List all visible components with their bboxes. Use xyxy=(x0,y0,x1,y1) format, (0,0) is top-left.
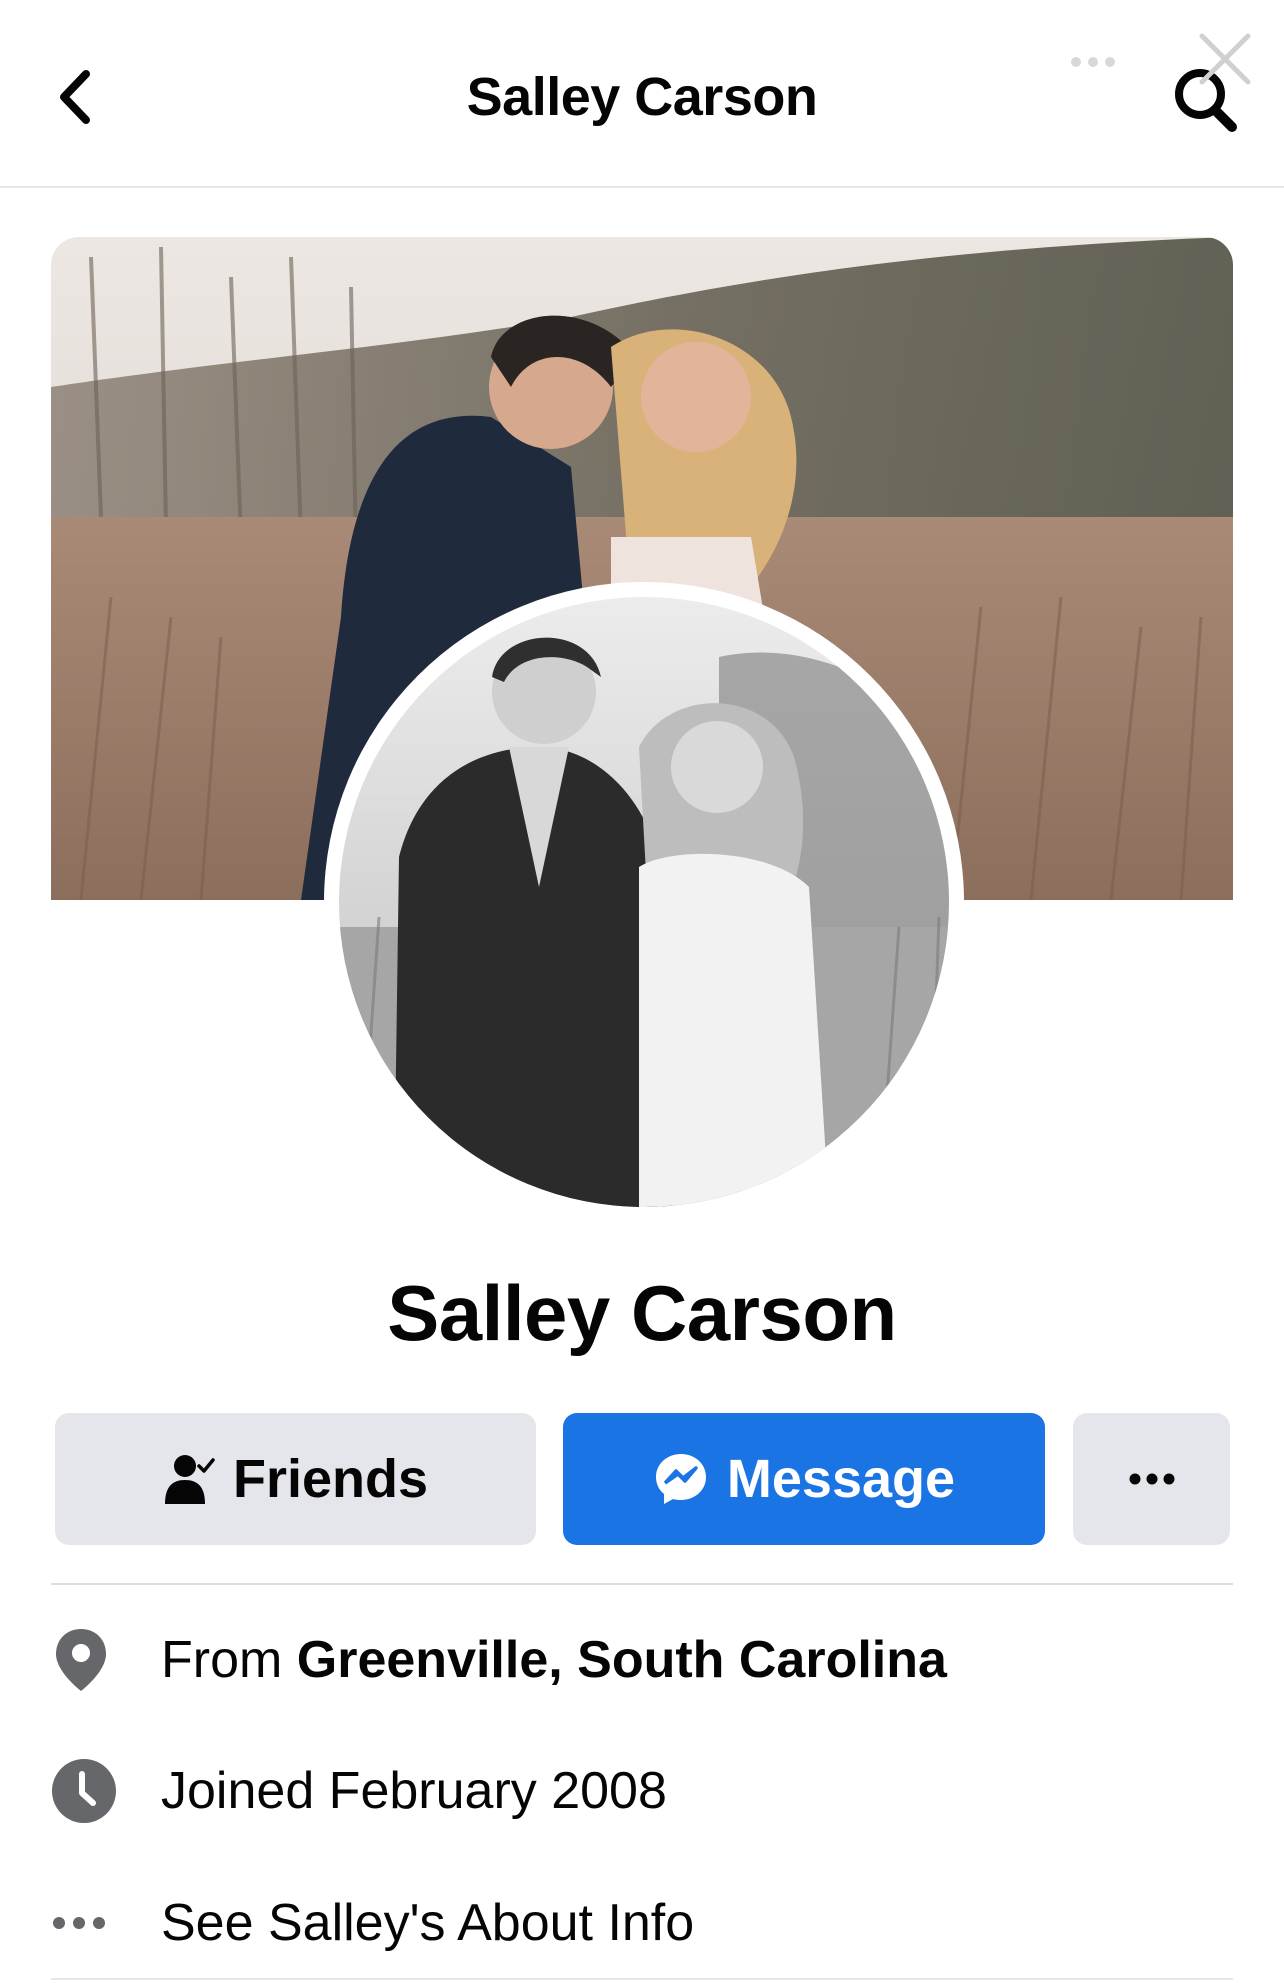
hometown-row: From Greenville, South Carolina xyxy=(51,1610,1233,1710)
friends-label: Friends xyxy=(232,1449,429,1509)
bottom-divider xyxy=(51,1978,1233,1980)
joined-row: Joined February 2008 xyxy=(51,1741,1233,1841)
joined-text: Joined February 2008 xyxy=(161,1762,667,1820)
friends-button[interactable]: Friends xyxy=(55,1413,536,1545)
message-label: Message xyxy=(726,1449,956,1509)
section-divider xyxy=(51,1583,1233,1585)
about-info-link[interactable]: See Salley's About Info xyxy=(51,1873,1233,1973)
about-info-label: See Salley's About Info xyxy=(161,1894,695,1952)
more-dots-icon[interactable] xyxy=(1068,55,1118,69)
more-dots-icon xyxy=(51,1916,161,1930)
message-button[interactable]: Message xyxy=(563,1413,1045,1545)
hometown-place[interactable]: Greenville, South Carolina xyxy=(297,1631,947,1689)
profile-photo[interactable] xyxy=(339,597,949,1207)
clock-icon xyxy=(51,1758,161,1824)
page-title: Salley Carson xyxy=(466,67,818,127)
black-and-white-couple-profile-photo xyxy=(339,597,949,1207)
more-options-button[interactable] xyxy=(1073,1413,1230,1545)
hometown-prefix: From xyxy=(161,1631,283,1689)
location-pin-icon xyxy=(51,1627,161,1693)
more-dots-icon xyxy=(1129,1473,1174,1485)
messenger-icon xyxy=(653,1451,709,1507)
top-nav-bar: Salley Carson xyxy=(0,0,1284,188)
profile-name: Salley Carson xyxy=(387,1269,897,1357)
friend-check-icon xyxy=(163,1452,215,1506)
close-icon[interactable] xyxy=(1196,30,1254,88)
